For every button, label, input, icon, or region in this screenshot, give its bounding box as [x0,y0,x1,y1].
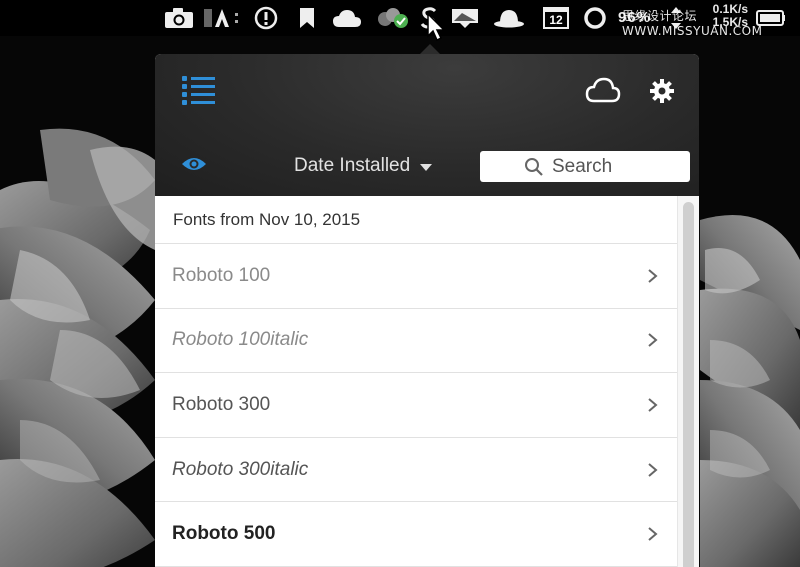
font-name: Roboto 100 [172,264,271,286]
list-icon[interactable] [182,74,218,106]
search-icon [525,158,543,176]
chevron-right-icon [648,527,658,541]
bowler-hat-icon[interactable] [492,5,526,31]
bookmark-icon[interactable] [297,5,317,31]
info-icon[interactable] [253,5,279,31]
calendar-day: 12 [549,13,563,27]
font-sync-panel: Date Installed Fonts from Nov 10, 2015 R… [155,54,699,567]
font-row[interactable]: Roboto 100 [155,244,677,309]
calendar-icon[interactable]: 12 [541,5,571,31]
screen-icon[interactable] [450,5,480,31]
font-name: Roboto 500 [172,523,276,545]
progress-ring-icon[interactable] [582,5,608,31]
chevron-right-icon [648,398,658,412]
scrollbar[interactable] [677,196,699,567]
gear-icon[interactable] [649,78,675,104]
chevron-right-icon [648,333,658,348]
font-row[interactable]: Roboto 300italic [155,438,677,503]
scrollbar-thumb[interactable] [683,202,694,567]
font-row[interactable]: Roboto 500 [155,502,677,567]
chevron-right-icon [648,269,658,283]
font-list: Fonts from Nov 10, 2015 Roboto 100 Robot… [155,196,677,567]
font-name: Roboto 100italic [172,329,309,351]
eye-icon[interactable] [181,154,207,174]
menu-bar: 12 96% 0.1K/s 1.5K/s 思缘设计论坛 WWW.MISSYUAN… [0,0,800,38]
panel-header: Date Installed [155,54,699,196]
font-row[interactable]: Roboto 100italic [155,309,677,374]
cloud-icon[interactable] [331,5,363,31]
camera-icon[interactable] [162,5,196,31]
sort-label: Date Installed [294,155,411,176]
search-box[interactable] [480,151,690,182]
watermark-text: 思缘设计论坛 WWW.MISSYUAN.COM [622,9,763,38]
adobe-icon[interactable] [202,5,242,31]
cloud-icon[interactable] [585,76,621,104]
sort-dropdown[interactable]: Date Installed [294,153,433,179]
font-name: Roboto 300 [172,393,271,415]
group-title: Fonts from Nov 10, 2015 [155,196,677,244]
search-input[interactable] [526,155,676,178]
caret-down-icon [420,163,433,171]
font-name: Roboto 300italic [172,458,309,480]
chevron-right-icon [648,462,658,477]
sync-check-icon[interactable] [375,5,411,31]
font-row[interactable]: Roboto 300 [155,373,677,438]
mouse-cursor-icon [427,12,446,42]
